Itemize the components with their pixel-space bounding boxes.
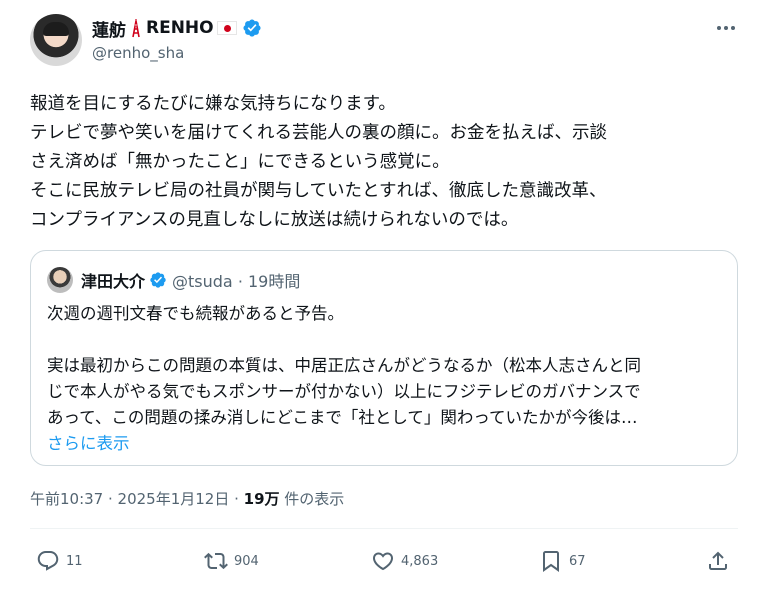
- post-line: 報道を目にするたびに嫌な気持ちになります。: [30, 94, 396, 114]
- share-button[interactable]: [706, 548, 736, 574]
- quoted-author-handle-time: @tsuda · 19時間: [172, 272, 301, 291]
- reply-button[interactable]: 11: [36, 548, 83, 574]
- show-more-link[interactable]: さらに表示: [47, 431, 727, 457]
- post-text: 報道を目にするたびに嫌な気持ちになります。 テレビで夢や笑いを届けてくれる芸能人…: [30, 90, 750, 235]
- quoted-author-avatar[interactable]: [47, 267, 73, 293]
- quoted-post-text: 次週の週刊文春でも続報があると予告。 実は最初からこの問題の本質は、中居正広さん…: [47, 301, 727, 457]
- quoted-author-name[interactable]: 津田大介: [81, 268, 145, 292]
- author-handle[interactable]: @renho_sha: [92, 44, 184, 62]
- like-count: 4,863: [401, 553, 439, 569]
- author-display-name-suffix[interactable]: RENHO: [146, 18, 214, 38]
- reply-count: 11: [66, 553, 83, 569]
- author-name-row[interactable]: 蓮舫 RENHO: [92, 16, 262, 41]
- author-display-name[interactable]: 蓮舫: [92, 16, 126, 41]
- post-line: テレビで夢や笑いを届けてくれる芸能人の裏の顔に。お金を払えば、示談: [30, 123, 607, 143]
- repost-button[interactable]: 904: [204, 548, 259, 574]
- repost-count: 904: [234, 553, 259, 569]
- author-avatar[interactable]: [30, 14, 82, 66]
- dot: [724, 26, 728, 30]
- tokyo-tower-icon: [132, 19, 140, 38]
- quoted-post-header: 津田大介 @tsuda · 19時間: [81, 268, 300, 292]
- post-timestamp[interactable]: 午前10:37 · 2025年1月12日 ·: [30, 490, 244, 508]
- like-button[interactable]: 4,863: [371, 548, 438, 574]
- quoted-line: [47, 327, 727, 353]
- verified-badge-icon: [150, 272, 166, 288]
- japan-flag-icon: [216, 21, 237, 35]
- post-line: さえ済めば「無かったこと」にできるという感覚に。: [30, 152, 450, 172]
- verified-badge-icon[interactable]: [242, 18, 262, 38]
- bookmark-icon: [543, 551, 559, 572]
- post-line: コンプライアンスの見直しなしに放送は続けられないのでは。: [30, 210, 519, 230]
- dot: [731, 26, 735, 30]
- views-label: 件の表示: [279, 490, 345, 508]
- dot: [717, 26, 721, 30]
- bookmark-button[interactable]: 67: [539, 548, 586, 574]
- quoted-line: あって、この問題の揉み消しにどこまで「社として」関わっていたかが今後は…: [47, 408, 638, 427]
- quoted-line: じで本人がやる気でもスポンサーが付かない）以上にフジテレビのガバナンスで: [47, 382, 641, 401]
- post-line: そこに民放テレビ局の社員が関与していたとすれば、徹底した意識改革、: [30, 181, 607, 201]
- post-meta: 午前10:37 · 2025年1月12日 · 19万 件の表示: [30, 488, 344, 509]
- bookmark-count: 67: [569, 553, 586, 569]
- share-icon: [709, 551, 727, 570]
- more-options-icon[interactable]: [712, 18, 740, 38]
- reply-icon: [37, 551, 59, 571]
- divider: [30, 528, 738, 529]
- quoted-line: 次週の週刊文春でも続報があると予告。: [47, 304, 344, 323]
- quoted-post[interactable]: 津田大介 @tsuda · 19時間 次週の週刊文春でも続報があると予告。 実は…: [30, 250, 738, 466]
- views-count: 19万: [243, 490, 280, 508]
- repost-icon: [204, 552, 228, 570]
- heart-icon: [372, 552, 394, 571]
- quoted-line: 実は最初からこの問題の本質は、中居正広さんがどうなるか（松本人志さんと同: [47, 356, 641, 375]
